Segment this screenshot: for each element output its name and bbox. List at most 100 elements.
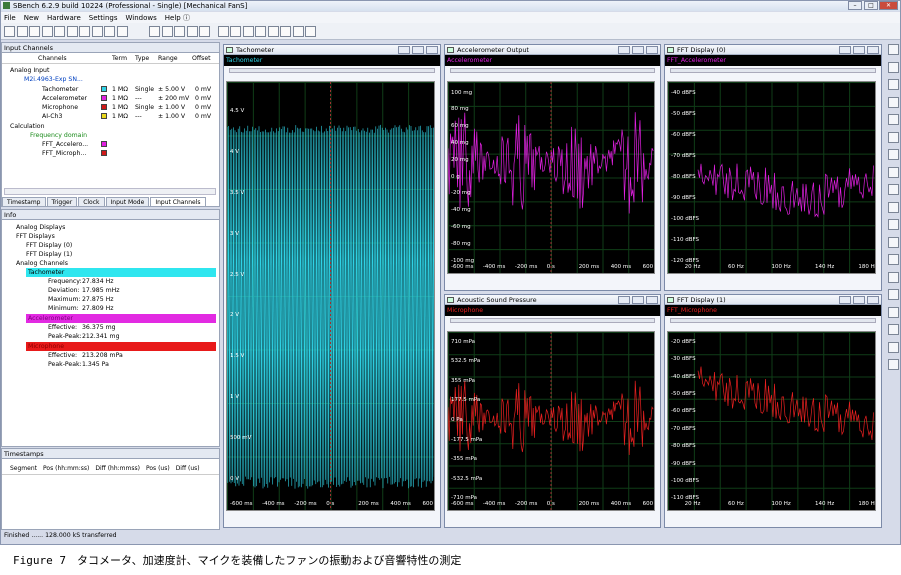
- tab-clock[interactable]: Clock: [78, 197, 105, 207]
- tach-minimize-button[interactable]: [398, 46, 410, 54]
- channel-col-name[interactable]: Channels: [38, 54, 67, 64]
- fft1-scroll-slider[interactable]: [670, 318, 876, 323]
- run-icon[interactable]: [116, 26, 128, 37]
- split-icon[interactable]: [888, 306, 899, 318]
- menu-new[interactable]: New: [24, 14, 39, 22]
- channel-1-term[interactable]: 1 MΩ: [112, 94, 128, 103]
- ts-col-segment[interactable]: Segment: [10, 463, 37, 474]
- menu-settings[interactable]: Settings: [89, 14, 118, 22]
- window-icon[interactable]: [305, 26, 316, 37]
- menu-file[interactable]: File: [4, 14, 16, 22]
- grid-view-icon[interactable]: [888, 44, 899, 55]
- device-node[interactable]: M2i.4963-Exp SN...: [24, 75, 83, 84]
- paste-icon[interactable]: [79, 26, 90, 37]
- fft0-scroll-slider[interactable]: [670, 68, 876, 73]
- acc-minimize-button[interactable]: [618, 46, 630, 54]
- menu-hardware[interactable]: Hardware: [47, 14, 81, 22]
- undo-icon[interactable]: [91, 26, 103, 37]
- save-icon[interactable]: [29, 26, 40, 37]
- channel-3-range[interactable]: ± 1.00 V: [158, 112, 185, 121]
- acc-peak-value[interactable]: 212.341 mg: [82, 332, 120, 341]
- channel-col-offset[interactable]: Offset: [192, 54, 211, 64]
- ref-icon[interactable]: [255, 26, 266, 37]
- tach-deviation-label[interactable]: Deviation:: [48, 286, 80, 295]
- channel-0-type[interactable]: Single: [135, 85, 154, 94]
- copy-icon[interactable]: [54, 26, 65, 37]
- fft1-node[interactable]: FFT Display (1): [26, 250, 72, 259]
- zoom-in-icon[interactable]: [888, 166, 899, 178]
- single-icon[interactable]: [161, 26, 173, 37]
- refresh-icon[interactable]: [888, 324, 899, 335]
- open-icon[interactable]: [16, 26, 28, 37]
- channel-0-range[interactable]: ± 5.00 V: [158, 85, 185, 94]
- tach-scroll-slider[interactable]: [229, 68, 435, 73]
- zoom-out-icon[interactable]: [888, 184, 899, 195]
- ts-col-pos-us[interactable]: Pos (us): [146, 463, 170, 474]
- print-icon[interactable]: [888, 114, 899, 125]
- channel-3-type[interactable]: ---: [135, 112, 142, 121]
- close-button[interactable]: ✕: [879, 1, 898, 10]
- channel-1-offset[interactable]: 0 mV: [195, 94, 211, 103]
- acc-scroll-slider[interactable]: [450, 68, 655, 73]
- move-icon[interactable]: [888, 271, 899, 283]
- fft0-close-button[interactable]: [867, 46, 879, 54]
- cut-icon[interactable]: [66, 26, 78, 37]
- arrow-icon[interactable]: [888, 219, 899, 230]
- spacer-icon[interactable]: [888, 149, 899, 160]
- close-all-icon[interactable]: [888, 359, 899, 370]
- tach-restore-button[interactable]: [412, 46, 424, 54]
- channel-0-offset[interactable]: 0 mV: [195, 85, 211, 94]
- fft1-restore-button[interactable]: [853, 296, 865, 304]
- acc-peak-label[interactable]: Peak-Peak:: [48, 332, 82, 341]
- mic-minimize-button[interactable]: [618, 296, 630, 304]
- pen-icon[interactable]: [888, 96, 899, 108]
- continuous-icon[interactable]: [174, 26, 185, 37]
- fft1-minimize-button[interactable]: [839, 296, 851, 304]
- ts-col-pos[interactable]: Pos (hh:mm:ss): [43, 463, 89, 474]
- fft0-restore-button[interactable]: [853, 46, 865, 54]
- tab-timestamp[interactable]: Timestamp: [2, 197, 46, 207]
- channel-2-type[interactable]: Single: [135, 103, 154, 112]
- mic-restore-button[interactable]: [632, 296, 644, 304]
- mic-peak-value[interactable]: 1.345 Pa: [82, 360, 109, 369]
- fft0-minimize-button[interactable]: [839, 46, 851, 54]
- acc-close-button[interactable]: [646, 46, 658, 54]
- minimize-button[interactable]: –: [848, 1, 862, 10]
- fft-displays-node[interactable]: FFT Displays: [16, 232, 55, 241]
- expand-horizontal-icon[interactable]: [888, 236, 899, 248]
- layout-icon[interactable]: [267, 26, 279, 37]
- tach-close-button[interactable]: [426, 46, 438, 54]
- acc-info-header[interactable]: Accelerometer: [26, 314, 216, 323]
- tach-minimum-value[interactable]: 27.809 Hz: [82, 304, 114, 313]
- tach-maximum-label[interactable]: Maximum:: [48, 295, 81, 304]
- mic-close-button[interactable]: [646, 296, 658, 304]
- channel-col-type[interactable]: Type: [135, 54, 149, 64]
- tab-input-mode[interactable]: Input Mode: [105, 197, 150, 207]
- analog-channels-node[interactable]: Analog Channels: [16, 259, 68, 268]
- export-icon[interactable]: [888, 131, 899, 143]
- mic-peak-label[interactable]: Peak-Peak:: [48, 360, 82, 369]
- cursor-icon[interactable]: [199, 26, 210, 37]
- table-view-icon[interactable]: [888, 61, 899, 73]
- fft-item-0[interactable]: FFT_Accelero...: [42, 140, 88, 149]
- channel-3-term[interactable]: 1 MΩ: [112, 112, 128, 121]
- channel-2-offset[interactable]: 0 mV: [195, 103, 211, 112]
- mic-effective-label[interactable]: Effective:: [48, 351, 77, 360]
- tab-input-channels[interactable]: Input Channels: [150, 197, 206, 207]
- mic-effective-value[interactable]: 213.208 mPa: [82, 351, 123, 360]
- channel-0-term[interactable]: 1 MΩ: [112, 85, 128, 94]
- mic-scroll-slider[interactable]: [450, 318, 655, 323]
- channel-2-name[interactable]: Microphone: [42, 103, 78, 112]
- channel-1-type[interactable]: ---: [135, 94, 142, 103]
- channel-col-term[interactable]: Term: [112, 54, 127, 64]
- maximize-button[interactable]: □: [864, 1, 878, 10]
- fit-icon[interactable]: [888, 201, 899, 213]
- analog-input-node[interactable]: Analog Input: [10, 66, 49, 75]
- ts-col-diff[interactable]: Diff (hh:mmss): [95, 463, 140, 474]
- tach-frequency-label[interactable]: Frequency:: [48, 277, 82, 286]
- tach-info-header[interactable]: Tachometer: [26, 268, 216, 277]
- fft1-close-button[interactable]: [867, 296, 879, 304]
- acc-effective-label[interactable]: Effective:: [48, 323, 77, 332]
- tach-maximum-value[interactable]: 27.875 Hz: [82, 295, 114, 304]
- horizontal-scrollbar[interactable]: [4, 188, 216, 195]
